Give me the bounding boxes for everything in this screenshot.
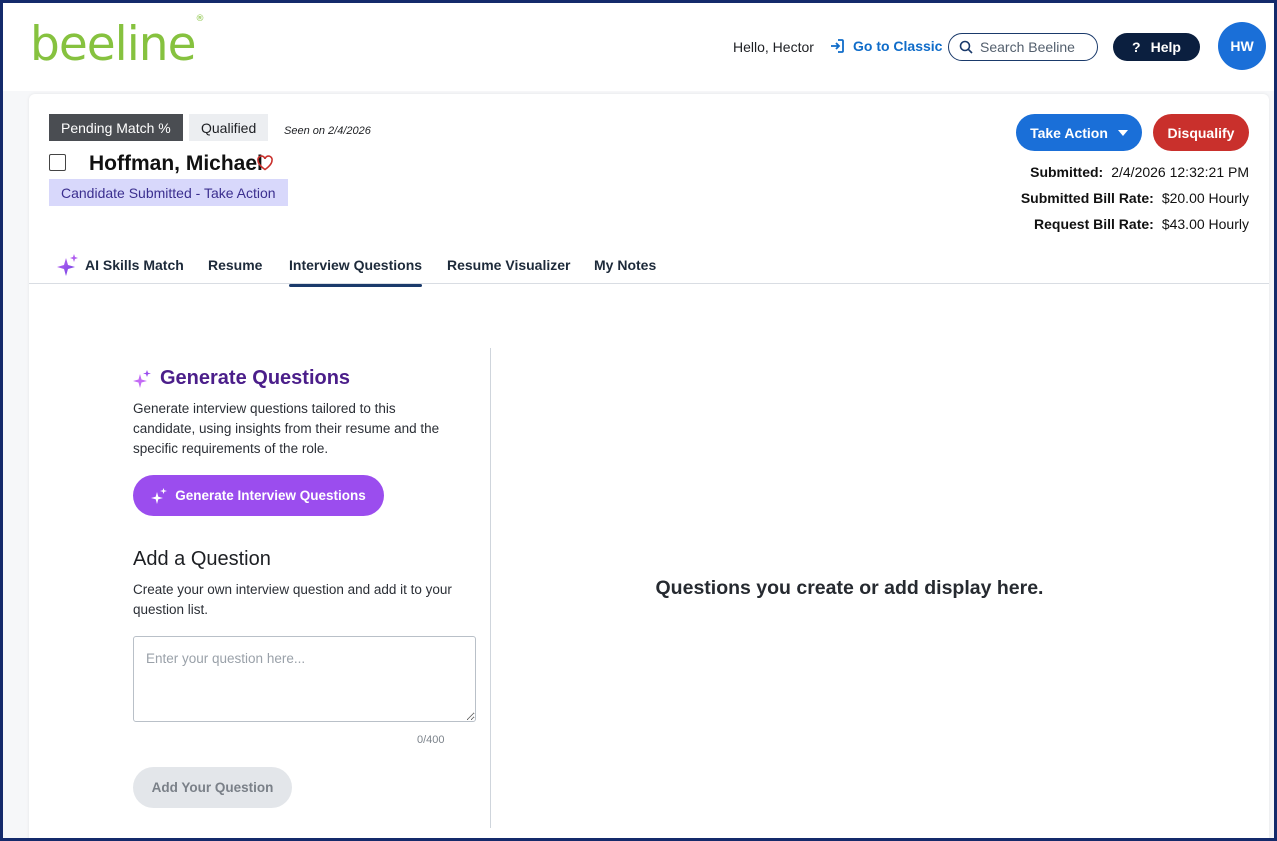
meta-label: Submitted: bbox=[1030, 164, 1104, 180]
add-question-description: Create your own interview question and a… bbox=[133, 582, 452, 617]
candidate-card: Pending Match % Qualified Seen on 2/4/20… bbox=[29, 94, 1269, 841]
help-button[interactable]: ? Help bbox=[1113, 33, 1200, 61]
help-label: Help bbox=[1150, 39, 1181, 55]
meta-value: 2/4/2026 12:32:21 PM bbox=[1111, 164, 1249, 180]
meta-value: $20.00 Hourly bbox=[1161, 190, 1249, 206]
take-action-button[interactable]: Take Action bbox=[1016, 114, 1142, 151]
generate-button-label: Generate Interview Questions bbox=[175, 488, 366, 503]
go-to-classic-link[interactable]: Go to Classic bbox=[829, 38, 942, 54]
beeline-logo[interactable]: beeline® bbox=[30, 14, 205, 72]
search-box[interactable] bbox=[948, 33, 1098, 61]
disqualify-button[interactable]: Disqualify bbox=[1153, 114, 1249, 151]
questions-empty-state: Questions you create or add display here… bbox=[655, 577, 1044, 599]
meta-value: $43.00 Hourly bbox=[1161, 216, 1249, 232]
submitted-bill-rate-row: Submitted Bill Rate: $20.00 Hourly bbox=[1021, 190, 1249, 206]
caret-down-icon bbox=[1117, 129, 1128, 136]
favorite-heart-icon[interactable] bbox=[256, 154, 274, 172]
candidate-name: Hoffman, Michael bbox=[89, 152, 263, 175]
tab-label: AI Skills Match bbox=[85, 257, 184, 273]
user-avatar[interactable]: HW bbox=[1218, 22, 1266, 70]
generate-interview-questions-button[interactable]: Generate Interview Questions bbox=[133, 475, 384, 516]
generate-title: Generate Questions bbox=[160, 367, 351, 389]
tab-interview-questions[interactable]: Interview Questions bbox=[289, 252, 423, 287]
submitted-row: Submitted: 2/4/2026 12:32:21 PM bbox=[1030, 164, 1249, 180]
meta-label: Submitted Bill Rate: bbox=[1020, 190, 1154, 206]
status-chip: Candidate Submitted - Take Action bbox=[49, 179, 288, 206]
pending-match-tag: Pending Match % bbox=[49, 114, 183, 141]
question-textarea[interactable] bbox=[133, 636, 476, 722]
question-mark-icon: ? bbox=[1132, 39, 1141, 55]
select-candidate-checkbox[interactable] bbox=[49, 154, 66, 171]
seen-date: Seen on 2/4/2026 bbox=[284, 125, 371, 137]
meta-label: Request Bill Rate: bbox=[1034, 216, 1154, 232]
request-bill-rate-row: Request Bill Rate: $43.00 Hourly bbox=[1034, 216, 1249, 232]
sign-in-icon bbox=[831, 39, 844, 53]
add-your-question-button[interactable]: Add Your Question bbox=[133, 767, 292, 808]
search-icon bbox=[959, 40, 973, 54]
logo-text: beeline bbox=[30, 17, 196, 72]
tab-my-notes[interactable]: My Notes bbox=[594, 252, 656, 278]
qualified-tag: Qualified bbox=[189, 114, 269, 141]
character-counter: 0/400 bbox=[417, 734, 445, 746]
search-input[interactable] bbox=[980, 39, 1080, 55]
take-action-label: Take Action bbox=[1030, 124, 1108, 141]
tab-bar: AI Skills Match Resume Interview Questio… bbox=[29, 244, 1269, 287]
top-bar: beeline® Hello, Hector Go to Classic ? H… bbox=[3, 3, 1274, 91]
sparkle-icon bbox=[133, 369, 151, 388]
registered-mark: ® bbox=[195, 14, 205, 25]
tab-resume-visualizer[interactable]: Resume Visualizer bbox=[447, 252, 570, 278]
tab-resume[interactable]: Resume bbox=[208, 252, 262, 278]
greeting: Hello, Hector bbox=[733, 39, 814, 55]
sparkle-icon bbox=[57, 254, 78, 276]
generate-description: Generate interview questions tailored to… bbox=[133, 401, 440, 456]
sparkle-icon bbox=[151, 487, 168, 504]
tab-ai-skills-match[interactable]: AI Skills Match bbox=[57, 252, 184, 278]
add-question-heading: Add a Question bbox=[133, 548, 271, 570]
generate-questions-heading: Generate Questions bbox=[133, 367, 350, 390]
go-to-classic-label: Go to Classic bbox=[853, 38, 943, 54]
